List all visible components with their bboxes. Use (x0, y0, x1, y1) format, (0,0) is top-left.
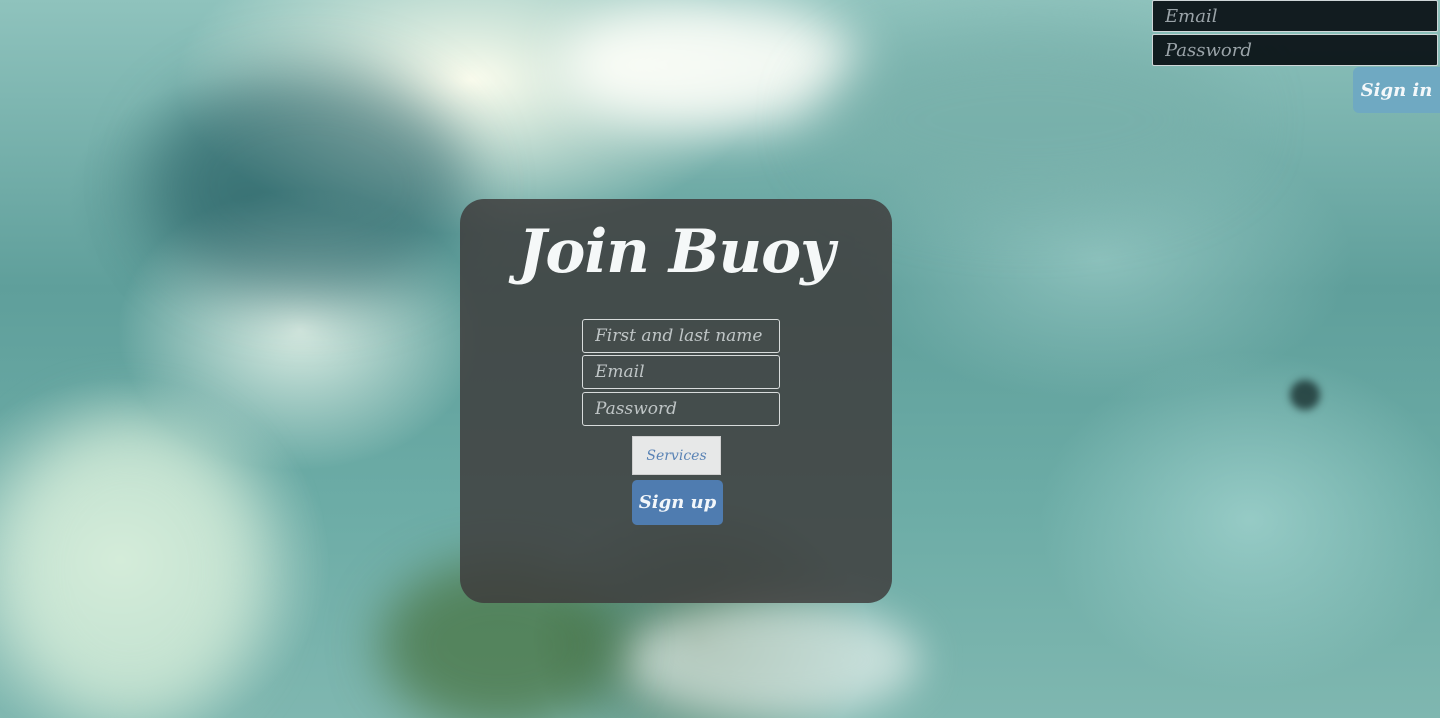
password-input[interactable] (582, 392, 780, 426)
name-input[interactable] (582, 319, 780, 353)
signin-email-input[interactable] (1152, 0, 1438, 32)
signup-card: Join Buoy Services Sign up (460, 199, 892, 603)
signin-password-input[interactable] (1152, 34, 1438, 66)
signin-button[interactable]: Sign in (1353, 67, 1440, 113)
background-highlight (560, 0, 860, 130)
signup-button[interactable]: Sign up (632, 480, 723, 525)
background-shade (150, 70, 470, 300)
background-highlight (0, 420, 260, 718)
email-input[interactable] (582, 355, 780, 389)
background-shade (1290, 380, 1320, 410)
background-highlight (620, 600, 920, 718)
page-title: Join Buoy (518, 217, 835, 287)
services-select[interactable]: Services (632, 436, 721, 475)
